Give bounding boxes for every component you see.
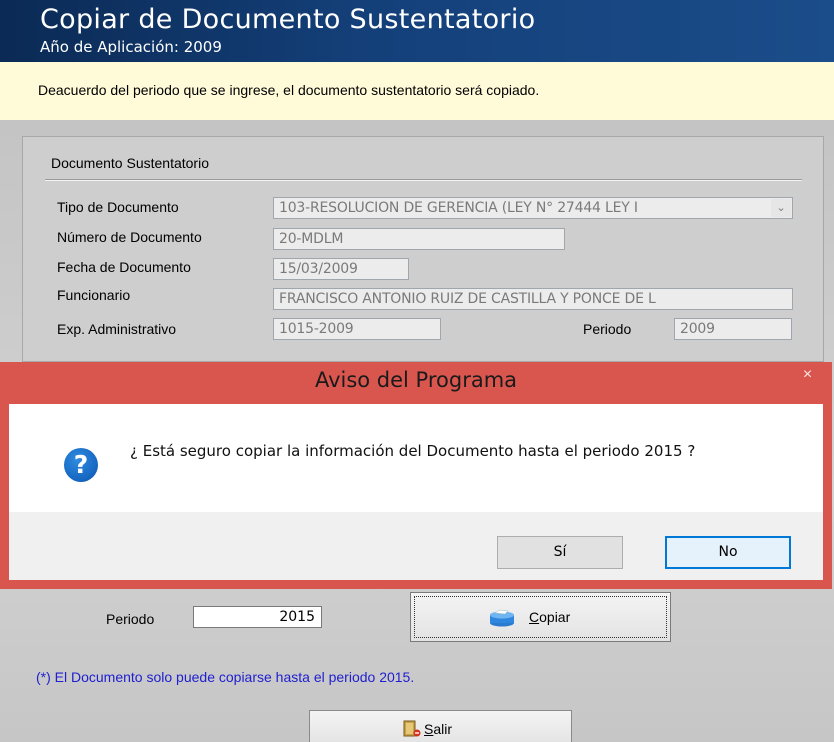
funcionario-label: Funcionario bbox=[57, 287, 131, 303]
expediente-label: Exp. Administrativo bbox=[57, 321, 177, 337]
dialog-message: ¿ Está seguro copiar la información del … bbox=[130, 442, 696, 460]
chevron-down-icon[interactable]: ⌄ bbox=[771, 199, 791, 217]
exit-door-icon bbox=[403, 720, 421, 737]
numero-documento-label: Número de Documento bbox=[57, 229, 202, 245]
copiar-text: opiar bbox=[539, 609, 571, 625]
expediente-field[interactable]: 1015-2009 bbox=[273, 318, 441, 340]
yes-button[interactable]: Sí bbox=[497, 536, 623, 569]
period-note: (*) El Documento solo puede copiarse has… bbox=[36, 669, 415, 685]
no-button[interactable]: No bbox=[665, 536, 791, 569]
info-text: Deacuerdo del periodo que se ingrese, el… bbox=[38, 82, 540, 98]
tipo-documento-combo[interactable]: 103-RESOLUCION DE GERENCIA (LEY N° 27444… bbox=[273, 197, 793, 219]
groupbox-divider bbox=[45, 179, 802, 181]
salir-button[interactable]: Salir bbox=[309, 710, 572, 742]
fecha-documento-label: Fecha de Documento bbox=[57, 259, 191, 275]
window-subtitle: Año de Aplicación: 2009 bbox=[40, 38, 222, 56]
tipo-documento-value: 103-RESOLUCION DE GERENCIA (LEY N° 27444… bbox=[279, 200, 638, 216]
info-bar: Deacuerdo del periodo que se ingrese, el… bbox=[0, 62, 834, 120]
window-header: Copiar de Documento Sustentatorio Año de… bbox=[0, 0, 834, 62]
confirm-dialog: Aviso del Programa × ? ¿ Está seguro cop… bbox=[0, 362, 832, 589]
salir-text: alir bbox=[433, 721, 453, 737]
salir-label: Salir bbox=[424, 721, 452, 737]
question-icon: ? bbox=[64, 448, 98, 482]
periodo-doc-label: Periodo bbox=[583, 321, 632, 337]
fecha-documento-field[interactable]: 15/03/2009 bbox=[273, 258, 409, 280]
periodo-input[interactable]: 2015 bbox=[193, 606, 322, 628]
salir-mnemonic: S bbox=[424, 721, 434, 737]
numero-documento-field[interactable]: 20-MDLM bbox=[273, 228, 565, 250]
copiar-mnemonic: C bbox=[529, 609, 540, 625]
document-groupbox: Documento Sustentatorio Tipo de Document… bbox=[22, 136, 824, 362]
dialog-title: Aviso del Programa bbox=[314, 368, 518, 392]
periodo-doc-field[interactable]: 2009 bbox=[674, 318, 792, 340]
close-icon[interactable]: × bbox=[784, 362, 831, 392]
funcionario-field[interactable]: FRANCISCO ANTONIO RUIZ DE CASTILLA Y PON… bbox=[273, 288, 793, 310]
copy-stack-icon bbox=[490, 609, 514, 627]
copiar-label: Copiar bbox=[529, 609, 570, 625]
periodo-label: Periodo bbox=[106, 611, 155, 627]
copiar-button[interactable]: Copiar bbox=[410, 592, 671, 642]
tipo-documento-label: Tipo de Documento bbox=[57, 199, 179, 215]
window-title: Copiar de Documento Sustentatorio bbox=[40, 4, 536, 35]
dialog-body: ? ¿ Está seguro copiar la información de… bbox=[9, 404, 823, 512]
dialog-footer: Sí No bbox=[9, 512, 823, 580]
groupbox-title: Documento Sustentatorio bbox=[51, 155, 209, 171]
